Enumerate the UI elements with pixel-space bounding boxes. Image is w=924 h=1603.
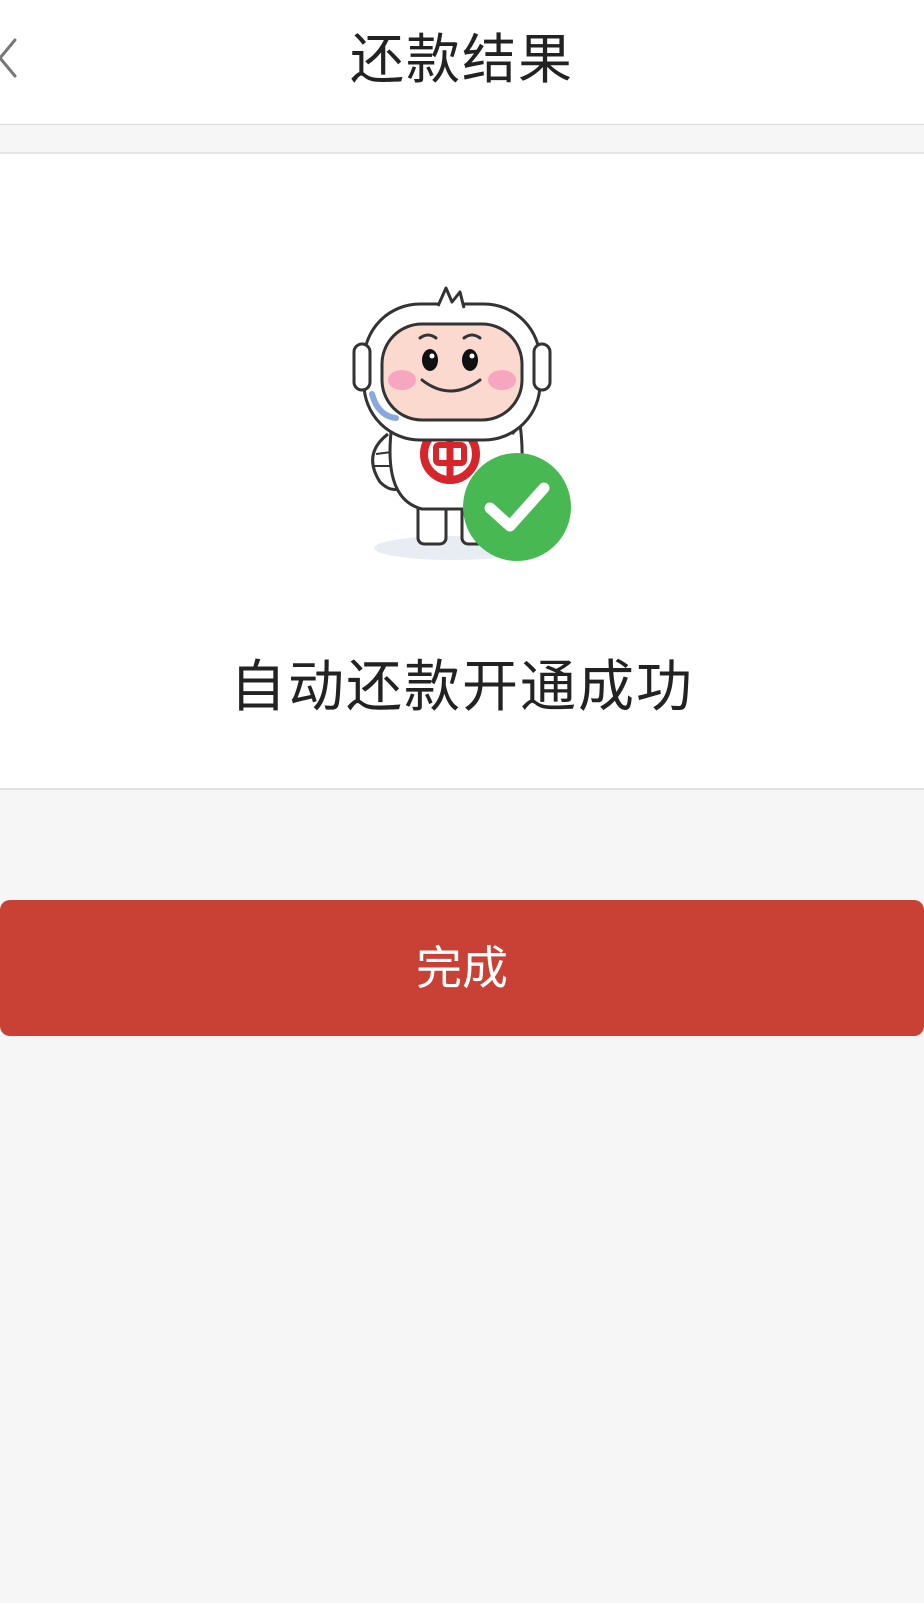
check-circle-icon bbox=[463, 453, 571, 561]
result-card: 自动还款开通成功 bbox=[0, 154, 924, 790]
page-title: 还款结果 bbox=[350, 28, 574, 91]
done-button[interactable]: 完成 bbox=[0, 900, 924, 1036]
result-message: 自动还款开通成功 bbox=[230, 655, 694, 720]
section-divider bbox=[0, 125, 924, 154]
top-nav-bar: 还款结果 bbox=[0, 0, 924, 125]
